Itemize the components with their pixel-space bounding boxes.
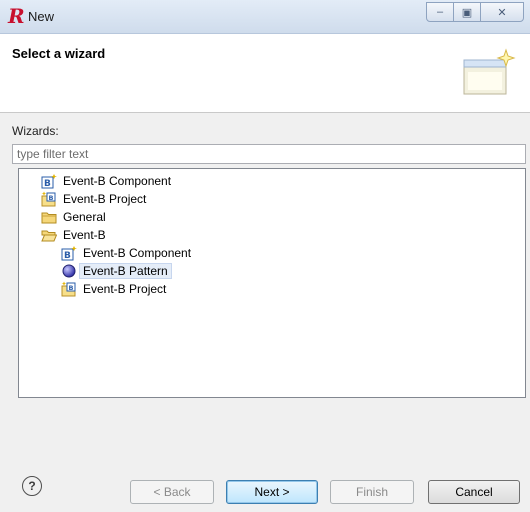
title-bar: R New – ▣ ✕ — [0, 0, 530, 34]
maximize-icon: ▣ — [461, 6, 473, 19]
help-button[interactable]: ? — [22, 476, 42, 496]
close-icon: ✕ — [497, 6, 507, 19]
tree-item-label: Event-B Component — [83, 246, 192, 260]
tree-item-label: General — [63, 210, 106, 224]
back-button[interactable]: < Back — [130, 480, 214, 504]
folder-open-icon — [41, 230, 57, 242]
svg-text:B: B — [64, 251, 71, 261]
button-bar: ? < Back Next > Finish Cancel — [0, 470, 530, 512]
event-b-component-icon: B — [41, 174, 57, 189]
wizard-tree[interactable]: B Event-B Component B Event-B Project Ge… — [18, 168, 526, 398]
rodin-app-icon: R — [8, 4, 25, 28]
event-b-project-icon: B — [61, 281, 76, 297]
svg-text:B: B — [44, 179, 51, 189]
page-title: Select a wizard — [12, 46, 106, 61]
tree-item-label: Event-B Project — [83, 282, 167, 296]
filter-input[interactable] — [12, 144, 526, 164]
tree-item-label: Event-B — [63, 228, 106, 242]
tree-item-label: Event-B Project — [63, 192, 147, 206]
finish-button[interactable]: Finish — [330, 480, 414, 504]
event-b-project-icon: B — [41, 191, 56, 207]
close-button[interactable]: ✕ — [480, 2, 524, 22]
wizard-banner-icon — [463, 48, 516, 95]
help-icon: ? — [28, 479, 36, 493]
cancel-button[interactable]: Cancel — [428, 480, 520, 504]
svg-text:B: B — [49, 194, 54, 202]
tree-item-label: Event-B Pattern — [79, 263, 172, 279]
tree-item-event-b-project-child[interactable]: B Event-B Project — [61, 280, 170, 298]
tree-item-label: Event-B Component — [63, 174, 172, 188]
tree-item-general[interactable]: General — [41, 208, 110, 226]
folder-icon — [41, 212, 57, 224]
tree-item-event-b-project[interactable]: B Event-B Project — [41, 190, 150, 208]
pattern-icon — [62, 264, 76, 278]
tree-item-event-b-component[interactable]: B Event-B Component — [41, 172, 175, 190]
tree-item-event-b-folder[interactable]: Event-B — [41, 226, 110, 244]
tree-item-event-b-pattern[interactable]: Event-B Pattern — [61, 262, 172, 280]
event-b-component-icon: B — [61, 246, 77, 261]
minimize-button[interactable]: – — [426, 2, 454, 22]
maximize-button[interactable]: ▣ — [453, 2, 481, 22]
tree-item-event-b-component-child[interactable]: B Event-B Component — [61, 244, 195, 262]
minimize-icon: – — [436, 6, 444, 18]
window-controls: – ▣ ✕ — [426, 2, 524, 22]
wizard-header: Select a wizard — [0, 34, 530, 113]
next-button[interactable]: Next > — [226, 480, 318, 504]
wizards-label: Wizards: — [12, 124, 59, 138]
window-title: New — [28, 9, 55, 24]
svg-text:B: B — [69, 284, 74, 292]
